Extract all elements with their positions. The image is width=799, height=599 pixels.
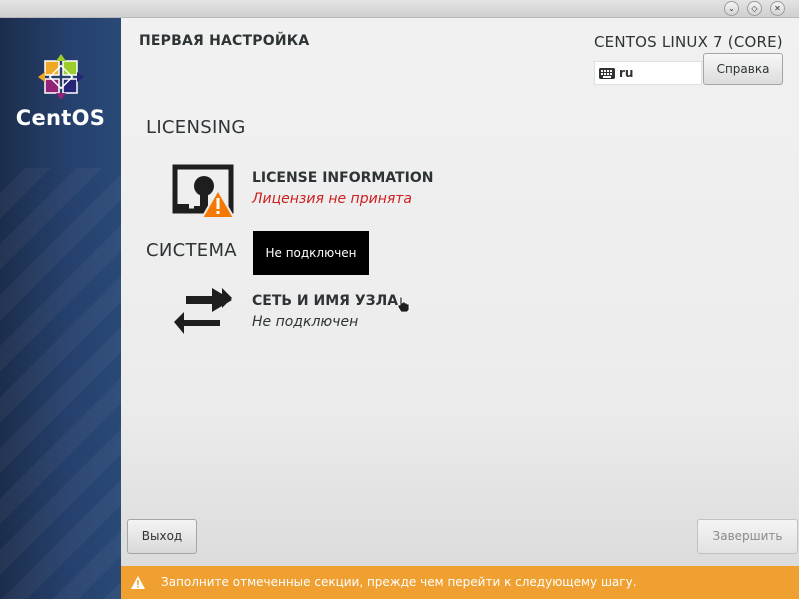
help-button[interactable]: Справка	[703, 53, 783, 85]
maximize-icon[interactable]: ◇	[747, 1, 762, 16]
minimize-icon[interactable]: ⌄	[724, 1, 739, 16]
keyboard-icon	[599, 68, 615, 79]
warning-message: Заполните отмеченные секции, прежде чем …	[161, 575, 637, 589]
product-title: CENTOS LINUX 7 (CORE)	[594, 33, 783, 51]
license-information-title[interactable]: LICENSE INFORMATION	[252, 170, 433, 186]
keyboard-layout-label: ru	[619, 66, 634, 80]
network-status-tooltip: Не подключен	[253, 231, 369, 275]
quit-button[interactable]: Выход	[127, 519, 197, 554]
keyboard-layout-indicator[interactable]: ru	[594, 61, 702, 85]
network-arrows-icon[interactable]	[172, 284, 234, 342]
section-heading-system: СИСТЕМА	[146, 240, 237, 261]
sidebar: CentOS	[0, 18, 121, 599]
network-hostname-title[interactable]: СЕТЬ И ИМЯ УЗЛА	[252, 293, 398, 309]
section-heading-licensing: LICENSING	[146, 117, 246, 138]
close-icon[interactable]: ✕	[770, 1, 785, 16]
page-title: ПЕРВАЯ НАСТРОЙКА	[139, 33, 310, 49]
warning-bar: Заполните отмеченные секции, прежде чем …	[121, 566, 799, 599]
finish-button[interactable]: Завершить	[697, 519, 798, 554]
hand-cursor-icon	[397, 296, 410, 312]
sidebar-pattern	[0, 168, 121, 599]
license-status: Лицензия не принята	[252, 191, 413, 207]
network-status: Не подключен	[252, 314, 359, 330]
window-titlebar: ⌄ ◇ ✕	[0, 0, 799, 18]
centos-wordmark: CentOS	[15, 106, 106, 130]
centos-logo-icon	[38, 54, 84, 100]
warning-icon	[131, 576, 145, 589]
license-warning-icon[interactable]	[172, 164, 236, 220]
